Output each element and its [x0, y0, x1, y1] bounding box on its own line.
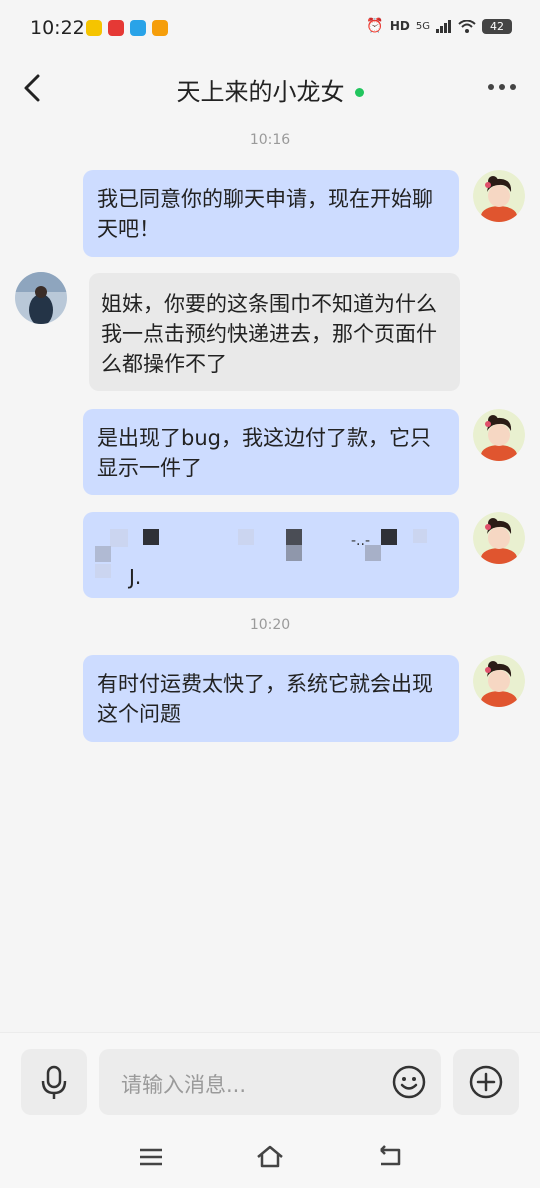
chat-header: 天上来的小龙女 [0, 58, 540, 118]
message-bubble-outgoing[interactable]: 我已同意你的聊天申请，现在开始聊天吧！ [83, 170, 459, 257]
message-input[interactable]: 请输入消息... [99, 1049, 441, 1115]
app-notification-icon [86, 20, 102, 36]
more-options-button[interactable] [486, 72, 518, 102]
obscured-text-fragment: J. [129, 565, 142, 589]
pixel-block [286, 545, 302, 561]
self-avatar[interactable] [473, 170, 525, 222]
avatar-illustration [473, 409, 525, 461]
message-timestamp: 10:20 [249, 617, 291, 633]
app-notification-icon [152, 20, 168, 36]
online-status-dot [354, 88, 364, 97]
pixel-block [286, 529, 302, 545]
message-bubble-outgoing[interactable]: 有时付运费太快了，系统它就会出现这个问题 [83, 655, 459, 742]
app-notification-icon [108, 20, 124, 36]
wifi-icon [458, 19, 476, 33]
chat-screen: 10:22 ⏰ HD 5G 42 天上来的小龙女 10:16 我已同意你的聊天申… [0, 0, 540, 1188]
message-input-placeholder: 请输入消息... [121, 1073, 247, 1097]
return-button[interactable] [375, 1142, 405, 1172]
pixel-block [110, 529, 128, 547]
status-right: ⏰ HD 5G 42 [366, 18, 512, 34]
emoji-icon [392, 1065, 426, 1099]
hd-label: HD [389, 19, 410, 33]
avatar-illustration [473, 512, 525, 564]
microphone-icon [41, 1065, 67, 1099]
alarm-icon: ⏰ [366, 18, 384, 34]
pixel-block [95, 564, 111, 578]
emoji-button[interactable] [391, 1064, 427, 1100]
menu-icon [140, 1148, 162, 1166]
system-nav-bar [0, 1128, 540, 1188]
obscured-text-fragment: -..- [351, 533, 371, 549]
status-time: 10:22 [30, 17, 85, 39]
avatar-illustration [473, 170, 525, 222]
voice-input-button[interactable] [21, 1049, 87, 1115]
self-avatar[interactable] [473, 409, 525, 461]
app-notification-icon [130, 20, 146, 36]
contact-avatar[interactable] [15, 272, 67, 324]
message-timestamp: 10:16 [249, 132, 291, 148]
avatar-illustration [473, 655, 525, 707]
pixel-block [95, 546, 111, 562]
more-dots-icon [488, 84, 516, 90]
pixel-block [381, 529, 397, 545]
network-label: 5G [415, 20, 430, 32]
self-avatar[interactable] [473, 512, 525, 564]
pixel-block [143, 529, 159, 545]
pixel-block [238, 529, 254, 545]
home-button[interactable] [255, 1142, 285, 1172]
home-icon [257, 1145, 283, 1168]
battery-icon: 42 [482, 18, 512, 34]
self-avatar[interactable] [473, 655, 525, 707]
message-bubble-outgoing[interactable]: 是出现了bug，我这边付了款，它只显示一件了 [83, 409, 459, 495]
status-app-icons [86, 20, 168, 36]
message-bubble-outgoing-obscured[interactable]: -..- J. [83, 512, 459, 598]
chat-title: 天上来的小龙女 [176, 78, 345, 106]
pixel-block [413, 529, 427, 543]
more-actions-button[interactable] [453, 1049, 519, 1115]
avatar-photo [15, 272, 67, 324]
title-wrap: 天上来的小龙女 [0, 72, 540, 107]
signal-icon [436, 19, 451, 33]
plus-circle-icon [469, 1065, 503, 1099]
status-bar: 10:22 ⏰ HD 5G 42 [0, 0, 540, 58]
menu-button[interactable] [136, 1142, 166, 1172]
message-bubble-incoming[interactable]: 姐妹，你要的这条围巾不知道为什么我一点击预约快递进去，那个页面什么都操作不了 [89, 273, 460, 391]
return-icon [380, 1145, 401, 1166]
message-input-bar: 请输入消息... [0, 1032, 540, 1129]
